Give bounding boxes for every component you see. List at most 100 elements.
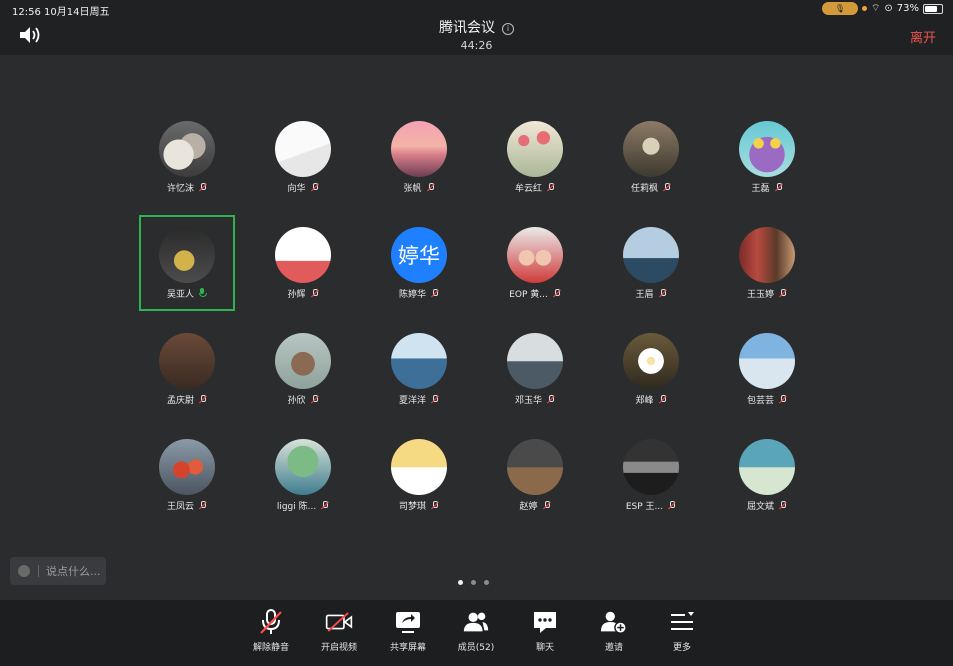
- participant-tile[interactable]: 郑峰: [603, 321, 699, 417]
- mic-muted-icon: [310, 395, 319, 404]
- participant-name: 郑峰: [603, 393, 699, 406]
- mic-muted-icon: [778, 395, 787, 404]
- page-dot[interactable]: [484, 580, 489, 585]
- members-button[interactable]: 成员(52): [441, 608, 511, 653]
- avatar: [159, 439, 215, 495]
- start-video-button[interactable]: 开启视频: [304, 608, 374, 653]
- participant-tile[interactable]: 婷华 陈婷华: [371, 215, 467, 311]
- participant-name-text: 夏洋洋: [398, 396, 426, 406]
- emoji-icon[interactable]: [18, 565, 30, 577]
- avatar: [391, 439, 447, 495]
- mic-muted-icon: [310, 289, 319, 298]
- participant-name-text: 司梦琪: [398, 502, 426, 512]
- mic-muted-icon: [198, 183, 207, 192]
- wifi-icon: ⌔: [870, 3, 881, 14]
- meeting-title[interactable]: 腾讯会议: [439, 20, 495, 36]
- mic-muted-icon: [430, 501, 439, 510]
- participant-name: 王磊: [719, 181, 815, 194]
- mic-muted-icon: [310, 183, 319, 192]
- participant-name: 牟云红: [487, 181, 583, 194]
- unmute-label: 解除静音: [252, 643, 289, 653]
- mic-muted-icon: [430, 395, 439, 404]
- participant-tile[interactable]: 孙欣: [255, 321, 351, 417]
- mic-muted-icon: [552, 289, 561, 298]
- mic-muted-icon: [667, 501, 676, 510]
- participant-tile[interactable]: 许忆沫: [139, 109, 235, 205]
- participant-name-text: 吴亚人: [166, 290, 194, 300]
- avatar: [391, 333, 447, 389]
- participant-tile[interactable]: 孟庆尉: [139, 321, 235, 417]
- avatar: [391, 121, 447, 177]
- participant-name: 吴亚人: [139, 287, 235, 300]
- participant-name: 孙辉: [255, 287, 351, 300]
- members-icon: [463, 612, 489, 632]
- participant-tile[interactable]: 王凤云: [139, 427, 235, 523]
- chat-input[interactable]: 说点什么...: [10, 557, 106, 585]
- participant-tile[interactable]: ESP 王...: [603, 427, 699, 523]
- participant-tile[interactable]: 赵婷: [487, 427, 583, 523]
- mic-muted-icon: [426, 183, 435, 192]
- page-dot[interactable]: [458, 580, 463, 585]
- participant-name-text: 王眉: [635, 290, 654, 300]
- participant-tile[interactable]: 屈文斌: [719, 427, 815, 523]
- start-video-label: 开启视频: [320, 643, 357, 653]
- participant-tile[interactable]: liggi 陈...: [255, 427, 351, 523]
- mic-muted-icon: [320, 501, 329, 510]
- participant-tile[interactable]: 王玉婷: [719, 215, 815, 311]
- status-icons: 🎙 ⌔ ⊙ 73%: [821, 2, 943, 15]
- avatar: [159, 333, 215, 389]
- participant-tile[interactable]: 向华: [255, 109, 351, 205]
- participant-name: ESP 王...: [603, 499, 699, 512]
- participant-tile[interactable]: EOP 黄...: [487, 215, 583, 311]
- unmute-button[interactable]: 解除静音: [236, 608, 306, 653]
- participant-tile[interactable]: 王眉: [603, 215, 699, 311]
- avatar: [275, 333, 331, 389]
- lock-rotation-icon: ⊙: [884, 3, 893, 14]
- avatar: [275, 227, 331, 283]
- participant-name: 张帆: [371, 181, 467, 194]
- participant-name-text: 王玉婷: [746, 290, 774, 300]
- participant-tile[interactable]: 牟云红: [487, 109, 583, 205]
- participant-tile[interactable]: 吴亚人: [139, 215, 235, 311]
- mic-muted-icon: [658, 395, 667, 404]
- avatar: [159, 227, 215, 283]
- participant-tile[interactable]: 邓玉华: [487, 321, 583, 417]
- avatar: [275, 121, 331, 177]
- participant-tile[interactable]: 司梦琪: [371, 427, 467, 523]
- page-indicator[interactable]: [458, 580, 489, 585]
- participant-tile[interactable]: 包芸芸: [719, 321, 815, 417]
- participant-tile[interactable]: 张帆: [371, 109, 467, 205]
- more-label: 更多: [672, 643, 691, 653]
- participant-tile[interactable]: 孙辉: [255, 215, 351, 311]
- leave-button[interactable]: 离开: [910, 27, 936, 46]
- participant-tile[interactable]: 夏洋洋: [371, 321, 467, 417]
- share-screen-button[interactable]: 共享屏幕: [373, 608, 443, 653]
- info-icon[interactable]: i: [502, 22, 514, 35]
- participant-tile[interactable]: 任莉枫: [603, 109, 699, 205]
- participant-name-text: liggi 陈...: [276, 502, 317, 512]
- participant-name: 王玉婷: [719, 287, 815, 300]
- participant-name: 许忆沫: [139, 181, 235, 194]
- page-dot[interactable]: [471, 580, 476, 585]
- more-button[interactable]: 更多: [647, 608, 717, 653]
- top-bar: 12:56 10月14日周五 🎙 ⌔ ⊙ 73% 腾讯会议 i 44:26 离开: [0, 0, 953, 55]
- status-time: 12:56 10月14日周五: [12, 7, 110, 18]
- mic-muted-icon: [546, 183, 555, 192]
- mic-muted-icon: [430, 289, 439, 298]
- chat-button[interactable]: 聊天: [510, 608, 580, 653]
- battery-percent: 73%: [896, 3, 919, 14]
- participant-name: 王眉: [603, 287, 699, 300]
- more-menu-icon: [671, 612, 694, 630]
- participant-name: 向华: [255, 181, 351, 194]
- participant-name: 孟庆尉: [139, 393, 235, 406]
- participant-name-text: 陈婷华: [398, 290, 426, 300]
- invite-button[interactable]: 邀请: [579, 608, 649, 653]
- participant-tile[interactable]: 王磊: [719, 109, 815, 205]
- avatar: [623, 121, 679, 177]
- participant-name-text: 王凤云: [166, 502, 194, 512]
- participant-name: 邓玉华: [487, 393, 583, 406]
- participant-name-text: 包芸芸: [746, 396, 774, 406]
- meeting-timer: 44:26: [460, 39, 493, 52]
- participant-name: 司梦琪: [371, 499, 467, 512]
- participant-name-text: 邓玉华: [514, 396, 542, 406]
